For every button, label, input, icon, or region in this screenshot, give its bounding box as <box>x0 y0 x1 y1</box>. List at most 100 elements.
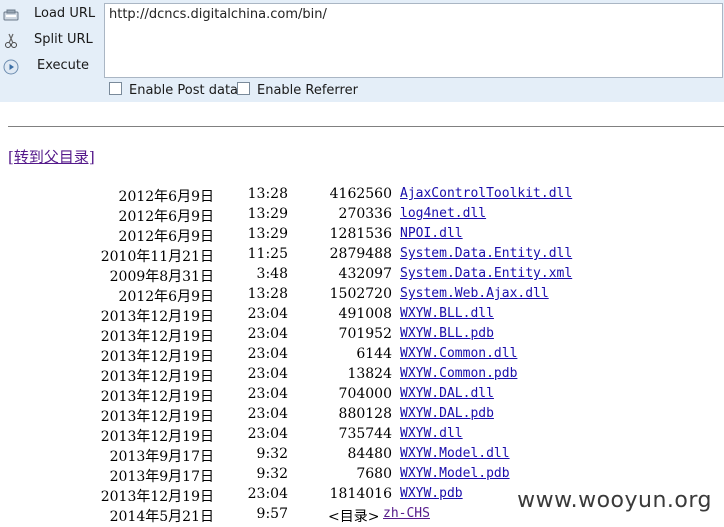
entry-size: 2879488 <box>329 246 392 262</box>
load-url-button[interactable]: Load URL <box>0 2 104 28</box>
url-value: http://dcncs.digitalchina.com/bin/ <box>109 7 327 22</box>
file-link[interactable]: WXYW.pdb <box>400 486 463 501</box>
entry-size: 4162560 <box>329 186 392 202</box>
file-link[interactable]: System.Data.Entity.xml <box>400 266 572 281</box>
entry-size: 1281536 <box>329 226 392 242</box>
entry-time: 23:04 <box>247 406 288 422</box>
file-entry-row: 2012年6月9日 13:28 4162560 AjaxControlToolkit.… <box>0 186 724 206</box>
entry-date: 2013年12月19日 <box>100 389 214 405</box>
scissors-icon <box>5 33 17 48</box>
file-entry-row: 2013年12月19日 23:04 701952 WXYW.BLL.pdb <box>0 326 724 346</box>
file-entry-row: 2013年12月19日 23:04 491008 WXYW.BLL.dll <box>0 306 724 326</box>
enable-referrer-label: Enable Referrer <box>257 83 358 98</box>
file-link[interactable]: WXYW.dll <box>400 426 463 441</box>
execute-label: Execute <box>37 58 89 73</box>
entry-time: 13:29 <box>247 206 288 222</box>
watermark: www.wooyun.org <box>515 488 714 513</box>
entry-date: 2010年11月21日 <box>100 249 214 265</box>
file-link[interactable]: WXYW.BLL.pdb <box>400 326 494 341</box>
load-url-icon <box>3 9 19 21</box>
entry-date: 2014年5月21日 <box>109 509 214 525</box>
file-link[interactable]: WXYW.BLL.dll <box>400 306 494 321</box>
entry-date: 2009年8月31日 <box>109 269 214 285</box>
url-textarea[interactable]: http://dcncs.digitalchina.com/bin/ <box>104 3 723 78</box>
file-entry-row: 2010年11月21日 11:25 2879488 System.Data.Entit… <box>0 246 724 266</box>
hackbar-toolbar: Load URL Split URL Execute http://dcncs.… <box>0 0 724 102</box>
file-link[interactable]: System.Data.Entity.dll <box>400 246 572 261</box>
enable-post-checkbox[interactable]: Enable Post data <box>109 82 238 98</box>
file-entry-row: 2012年6月9日 13:29 1281536 NPOI.dll <box>0 226 724 246</box>
entry-size: 432097 <box>338 266 392 282</box>
horizontal-rule <box>8 126 724 127</box>
entry-time: 13:29 <box>247 226 288 242</box>
enable-referrer-checkbox[interactable]: Enable Referrer <box>237 82 358 98</box>
entry-date: 2012年6月9日 <box>118 289 214 305</box>
entry-date: 2012年6月9日 <box>118 209 214 225</box>
file-entry-row: 2013年9月17日 9:32 7680 WXYW.Model.pdb <box>0 466 724 486</box>
file-link[interactable]: log4net.dll <box>400 206 486 221</box>
file-link[interactable]: AjaxControlToolkit.dll <box>400 186 572 201</box>
file-link[interactable]: WXYW.DAL.dll <box>400 386 494 401</box>
load-url-label: Load URL <box>34 6 96 21</box>
file-entry-row: 2013年12月19日 23:04 880128 WXYW.DAL.pdb <box>0 406 724 426</box>
checkbox-box[interactable] <box>109 82 122 95</box>
file-link[interactable]: WXYW.Model.pdb <box>400 466 510 481</box>
entry-size: 7680 <box>356 466 392 482</box>
entry-size: 735744 <box>338 426 392 442</box>
entry-size: 13824 <box>347 366 392 382</box>
entry-time: 23:04 <box>247 346 288 362</box>
entry-time: 9:32 <box>256 466 288 482</box>
entry-time: 9:57 <box>256 506 288 522</box>
file-link[interactable]: WXYW.Common.dll <box>400 346 517 361</box>
file-entry-row: 2013年12月19日 23:04 6144 WXYW.Common.dll <box>0 346 724 366</box>
entry-size: 6144 <box>356 346 392 362</box>
entry-size: 701952 <box>338 326 392 342</box>
entry-date: 2013年12月19日 <box>100 329 214 345</box>
play-icon <box>3 59 19 75</box>
entry-date: 2013年12月19日 <box>100 429 214 445</box>
directory-link[interactable]: zh-CHS <box>383 506 430 521</box>
entry-date: 2013年9月17日 <box>109 449 214 465</box>
execute-button[interactable]: Execute <box>0 54 104 80</box>
entry-time: 9:32 <box>256 446 288 462</box>
checkbox-box[interactable] <box>237 82 250 95</box>
entry-size: 491008 <box>338 306 392 322</box>
entry-time: 13:28 <box>247 286 288 302</box>
entry-size: 270336 <box>338 206 392 222</box>
parent-directory-link[interactable]: [转到父目录] <box>8 146 95 167</box>
entry-size: 880128 <box>338 406 392 422</box>
split-url-button[interactable]: Split URL <box>0 28 104 54</box>
entry-time: 11:25 <box>247 246 288 262</box>
entry-time: 13:28 <box>247 186 288 202</box>
file-link[interactable]: WXYW.Model.dll <box>400 446 510 461</box>
file-entry-row: 2012年6月9日 13:28 1502720 System.Web.Ajax.dll <box>0 286 724 306</box>
entry-time: 23:04 <box>247 486 288 502</box>
file-link[interactable]: NPOI.dll <box>400 226 463 241</box>
file-entry-row: 2013年12月19日 23:04 704000 WXYW.DAL.dll <box>0 386 724 406</box>
entry-date: 2013年12月19日 <box>100 349 214 365</box>
entry-size: 1502720 <box>329 286 392 302</box>
file-entry-row: 2013年12月19日 23:04 13824 WXYW.Common.pdb <box>0 366 724 386</box>
entry-date: 2013年12月19日 <box>100 489 214 505</box>
entry-date: 2012年6月9日 <box>118 229 214 245</box>
file-entry-row: 2013年9月17日 9:32 84480 WXYW.Model.dll <box>0 446 724 466</box>
enable-post-label: Enable Post data <box>129 83 239 98</box>
file-link[interactable]: System.Web.Ajax.dll <box>400 286 549 301</box>
entry-time: 23:04 <box>247 366 288 382</box>
split-url-label: Split URL <box>34 32 93 47</box>
directory-tag: <目录> <box>328 509 380 525</box>
entry-time: 23:04 <box>247 426 288 442</box>
entry-time: 23:04 <box>247 306 288 322</box>
entry-date: 2013年12月19日 <box>100 309 214 325</box>
entry-date: 2012年6月9日 <box>118 189 214 205</box>
entry-time: 23:04 <box>247 326 288 342</box>
entry-size: 84480 <box>347 446 392 462</box>
file-link[interactable]: WXYW.DAL.pdb <box>400 406 494 421</box>
entry-date: 2013年9月17日 <box>109 469 214 485</box>
entry-date: 2013年12月19日 <box>100 369 214 385</box>
entry-date: 2013年12月19日 <box>100 409 214 425</box>
file-entry-row: 2012年6月9日 13:29 270336 log4net.dll <box>0 206 724 226</box>
entry-size: 1814016 <box>329 486 392 502</box>
hackbar-side-menu: Load URL Split URL Execute <box>0 0 104 102</box>
file-link[interactable]: WXYW.Common.pdb <box>400 366 517 381</box>
